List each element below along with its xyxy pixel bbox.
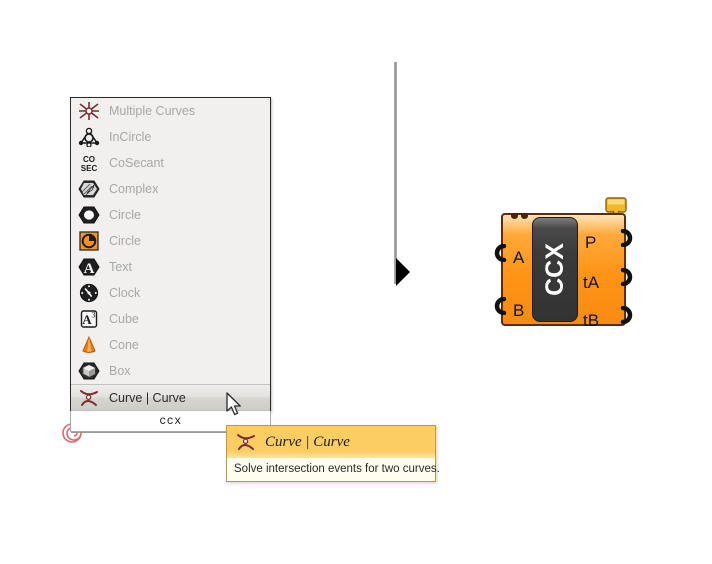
output-port-ta-hook[interactable] (619, 267, 637, 287)
vertical-group-line (394, 62, 397, 284)
incircle-icon (75, 126, 103, 148)
output-port-p-label: P (585, 233, 597, 252)
circle-icon (75, 204, 103, 226)
group-collapse-arrow[interactable] (396, 258, 410, 286)
menu-item-label: InCircle (109, 130, 152, 144)
output-port-tb-hook[interactable] (619, 305, 637, 325)
input-port-a-label: A (513, 248, 525, 267)
svg-text:SEC: SEC (81, 164, 98, 173)
menu-item-cosecant[interactable]: CO SEC CoSecant (71, 150, 270, 176)
tooltip-title: Curve | Curve (265, 433, 350, 450)
menu-item-label: Box (109, 364, 131, 378)
svg-text:3: 3 (92, 311, 96, 320)
ccx-component[interactable]: A B P tA tB CCX (494, 213, 633, 330)
svg-text:CO: CO (83, 155, 95, 164)
output-port-ta-label: tA (583, 273, 600, 292)
grasshopper-canvas[interactable]: Multiple Curves InCircle CO SEC CoSecant… (0, 0, 712, 564)
menu-item-complex[interactable]: Complex (71, 176, 270, 202)
component-palette-popup[interactable]: Multiple Curves InCircle CO SEC CoSecant… (70, 97, 271, 412)
cube-icon: A 3 (75, 308, 103, 330)
tooltip-header: Curve | Curve (227, 426, 435, 458)
menu-item-text[interactable]: A Text (71, 254, 270, 280)
menu-item-label: Text (109, 260, 132, 274)
component-nickname-capsule[interactable]: CCX (532, 217, 578, 322)
svg-text:A: A (84, 261, 95, 277)
menu-item-box[interactable]: Box (71, 358, 270, 384)
menu-item-label: Clock (109, 286, 141, 300)
input-port-b-hook[interactable] (490, 296, 508, 316)
menu-item-label: Curve | Curve (109, 390, 186, 405)
menu-item-cone[interactable]: Cone (71, 332, 270, 358)
menu-item-label: Circle (109, 234, 141, 248)
component-warning-dots (511, 213, 533, 219)
multiple-curves-icon (75, 100, 103, 122)
menu-item-cube[interactable]: A 3 Cube (71, 306, 270, 332)
curve-curve-icon (233, 431, 259, 453)
menu-item-multiple-curves[interactable]: Multiple Curves (71, 98, 270, 124)
menu-item-circle[interactable]: Circle (71, 202, 270, 228)
menu-item-label: Complex (109, 182, 159, 196)
input-port-a-hook[interactable] (490, 243, 508, 263)
menu-item-label: Cone (109, 338, 139, 352)
circle-pie-icon (75, 230, 103, 252)
curve-curve-icon (75, 387, 103, 409)
mouse-pointer-icon (226, 392, 244, 418)
clock-icon (75, 282, 103, 304)
menu-item-label: Cube (109, 312, 139, 326)
text-icon: A (75, 256, 103, 278)
output-port-p-hook[interactable] (619, 228, 637, 248)
menu-item-incircle[interactable]: InCircle (71, 124, 270, 150)
tooltip: Curve | Curve Solve intersection events … (226, 425, 440, 482)
tooltip-description: Solve intersection events for two curves… (227, 458, 440, 481)
component-nickname: CCX (540, 243, 569, 296)
search-input-value: ccx (159, 414, 182, 428)
box-icon (75, 360, 103, 382)
menu-item-clock[interactable]: Clock (71, 280, 270, 306)
menu-item-label: Multiple Curves (109, 104, 196, 118)
complex-icon (75, 178, 103, 200)
menu-item-label: CoSecant (109, 156, 164, 170)
menu-item-circle-pie[interactable]: Circle (71, 228, 270, 254)
output-port-tb-label: tB (583, 311, 600, 330)
menu-item-label: Circle (109, 208, 141, 222)
cosecant-icon: CO SEC (75, 152, 103, 174)
cone-icon (75, 334, 103, 356)
input-port-b-label: B (513, 301, 525, 320)
